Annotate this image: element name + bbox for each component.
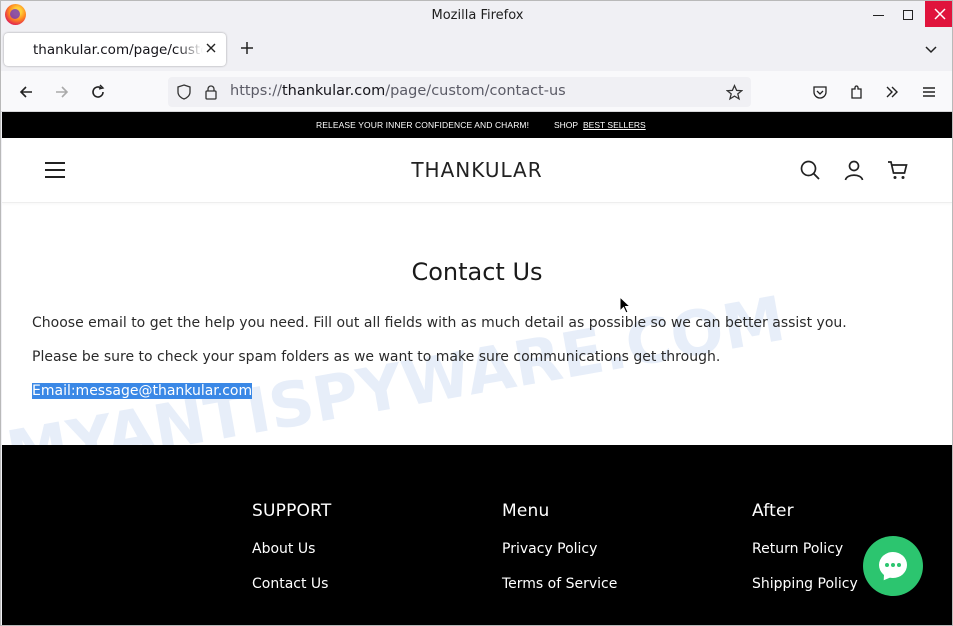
close-icon xyxy=(933,8,946,20)
footer-column-support: SUPPORT About Us Contact Us xyxy=(252,501,332,592)
browser-window: Mozilla Firefox thankular.com/page/custo… xyxy=(0,0,953,626)
url-bar[interactable]: https://thankular.com/page/custom/contac… xyxy=(168,77,751,107)
announcement-text: RELEASE YOUR INNER CONFIDENCE AND CHARM! xyxy=(316,120,530,130)
announcement-bar: RELEASE YOUR INNER CONFIDENCE AND CHARM!… xyxy=(2,112,952,138)
list-all-tabs-button[interactable] xyxy=(923,41,943,61)
footer-link-contact-us[interactable]: Contact Us xyxy=(252,576,328,592)
maximize-button[interactable] xyxy=(893,1,923,29)
site-footer: SUPPORT About Us Contact Us Menu Privacy… xyxy=(2,445,952,625)
footer-link-privacy-policy[interactable]: Privacy Policy xyxy=(502,541,597,557)
minimize-icon xyxy=(872,14,884,16)
footer-heading: SUPPORT xyxy=(252,501,332,521)
bookmark-star-icon[interactable] xyxy=(725,84,744,105)
reload-icon xyxy=(92,84,105,98)
tracking-protection-shield-icon[interactable] xyxy=(176,84,192,104)
footer-column-menu: Menu Privacy Policy Terms of Service xyxy=(502,501,617,592)
puzzle-icon xyxy=(851,85,862,99)
app-menu-button[interactable] xyxy=(918,81,940,103)
search-icon[interactable] xyxy=(799,159,821,181)
extensions-button[interactable] xyxy=(846,81,868,103)
close-window-button[interactable] xyxy=(925,1,952,27)
cart-icon[interactable] xyxy=(887,159,909,181)
back-button[interactable] xyxy=(15,81,37,103)
chat-bubble-icon xyxy=(879,552,907,578)
forward-button[interactable] xyxy=(51,81,73,103)
tab-bar: thankular.com/page/custom/contact-us xyxy=(1,30,952,71)
best-sellers-link[interactable]: BEST SELLERS xyxy=(583,120,646,130)
live-chat-button[interactable] xyxy=(863,536,923,596)
window-title: Mozilla Firefox xyxy=(431,8,524,23)
footer-link-terms-of-service[interactable]: Terms of Service xyxy=(502,576,617,592)
double-chevron-right-icon xyxy=(886,86,898,98)
mouse-cursor-icon xyxy=(619,295,632,314)
pocket-icon xyxy=(813,86,827,99)
more-tools-button[interactable] xyxy=(881,81,903,103)
account-icon[interactable] xyxy=(843,159,865,181)
close-icon xyxy=(206,43,216,53)
tab-active[interactable]: thankular.com/page/custom/contact-us xyxy=(4,33,226,66)
selected-email-text[interactable]: Email:message@thankular.com xyxy=(32,383,253,399)
title-bar: Mozilla Firefox xyxy=(1,1,952,30)
pocket-button[interactable] xyxy=(809,81,831,103)
maximize-icon xyxy=(903,10,913,20)
lock-icon[interactable] xyxy=(204,84,218,104)
tab-title: thankular.com/page/custom/contact-us xyxy=(33,42,203,58)
contact-paragraph-2: Please be sure to check your spam folder… xyxy=(32,349,721,365)
reload-button[interactable] xyxy=(87,81,109,103)
tab-close-button[interactable] xyxy=(203,41,219,57)
chevron-down-icon xyxy=(925,46,937,54)
announcement-shop-label: SHOP xyxy=(554,120,579,130)
site-header: THANKULAR xyxy=(2,138,952,203)
new-tab-button[interactable] xyxy=(236,39,258,61)
page-title: Contact Us xyxy=(411,258,543,286)
contact-paragraph-1: Choose email to get the help you need. F… xyxy=(32,315,847,331)
back-arrow-icon xyxy=(19,86,32,98)
footer-link-shipping-policy[interactable]: Shipping Policy xyxy=(752,576,858,592)
web-page: RELEASE YOUR INNER CONFIDENCE AND CHARM!… xyxy=(2,112,952,625)
footer-heading: Menu xyxy=(502,501,550,521)
footer-heading: After xyxy=(752,501,794,521)
plus-icon xyxy=(241,42,253,54)
footer-column-after: After Return Policy Shipping Policy xyxy=(752,501,858,592)
navigation-toolbar: https://thankular.com/page/custom/contac… xyxy=(1,71,952,112)
hamburger-menu-icon xyxy=(923,87,935,97)
contact-email[interactable]: Email:message@thankular.com xyxy=(32,383,253,399)
minimize-button[interactable] xyxy=(863,1,893,29)
forward-arrow-icon xyxy=(56,86,69,98)
footer-link-about-us[interactable]: About Us xyxy=(252,541,315,557)
url-text[interactable]: https://thankular.com/page/custom/contac… xyxy=(230,83,566,99)
footer-link-return-policy[interactable]: Return Policy xyxy=(752,541,843,557)
